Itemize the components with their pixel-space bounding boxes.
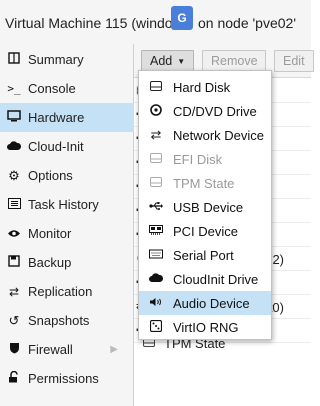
menu-item-label: Audio Device (173, 295, 250, 311)
book-icon (0, 52, 28, 67)
chevron-down-icon: ▼ (177, 56, 186, 66)
menu-item-label: CD/DVD Drive (173, 103, 257, 119)
sidebar-item-label: Options (28, 168, 73, 183)
dice-icon (139, 319, 173, 335)
sidebar-item-monitor[interactable]: Monitor (0, 219, 134, 248)
menu-item-label: Network Device (173, 127, 265, 143)
cdrom-icon (139, 103, 173, 119)
list-icon (0, 197, 28, 212)
sidebar-item-summary[interactable]: Summary (0, 45, 134, 74)
sidebar-item-replication[interactable]: ⇄ Replication (0, 277, 134, 306)
pci-card-icon (139, 224, 173, 238)
sidebar-item-snapshots[interactable]: ↺ Snapshots (0, 306, 134, 335)
remove-button[interactable]: Remove (202, 50, 266, 72)
sidebar-item-label: Monitor (28, 226, 72, 241)
menu-item-label: VirtIO RNG (173, 319, 239, 335)
serial-port-icon (139, 249, 173, 262)
sidebar-item-label: Task History (28, 197, 99, 212)
window-title-bar: Virtual Machine 115 (window G on node 'p… (0, 0, 311, 44)
sidebar-item-task-history[interactable]: Task History (0, 190, 134, 219)
monitor-icon (0, 110, 28, 125)
volume-icon (139, 297, 173, 310)
sidebar-item-label: Cloud-Init (28, 139, 84, 154)
add-hardware-menu: Hard Disk CD/DVD Drive ⇄ Network Device … (138, 70, 272, 340)
window-title-node: on node 'pve02' (198, 15, 296, 31)
sidebar-item-firewall[interactable]: Firewall ▶ (0, 335, 134, 364)
cloud-icon (139, 272, 173, 286)
sidebar-item-hardware[interactable]: Hardware (0, 103, 134, 132)
floppy-icon (0, 255, 28, 270)
shield-icon (0, 342, 28, 357)
edit-button[interactable]: Edit (274, 50, 314, 72)
translate-icon[interactable]: G (171, 6, 193, 30)
sidebar-item-console[interactable]: >_ Console (0, 74, 134, 103)
sidebar-item-label: Snapshots (28, 313, 90, 328)
terminal-icon: >_ (7, 82, 21, 95)
sidebar-item-label: Backup (28, 255, 72, 270)
history-icon: ↺ (8, 312, 20, 328)
retweet-icon: ⇄ (8, 284, 20, 299)
sidebar-item-label: Firewall (28, 342, 73, 357)
add-button[interactable]: Add ▼ (141, 50, 194, 72)
menu-item-network-device[interactable]: ⇄ Network Device (139, 123, 271, 147)
sidebar-item-options[interactable]: ⚙ Options (0, 161, 134, 190)
sidebar-item-label: Permissions (28, 371, 99, 386)
menu-item-label: EFI Disk (173, 151, 223, 167)
hdd-icon (139, 176, 173, 190)
sidebar-item-label: Replication (28, 284, 93, 299)
menu-item-audio-device[interactable]: Audio Device (139, 291, 271, 315)
menu-item-virtio-rng[interactable]: VirtIO RNG (139, 315, 271, 339)
chevron-right-icon[interactable]: ▶ (110, 344, 118, 355)
sidebar-item-cloud-init[interactable]: Cloud-Init (0, 132, 134, 161)
add-button-label: Add (150, 54, 173, 68)
exchange-icon: ⇄ (150, 127, 162, 142)
cloud-icon (0, 140, 28, 154)
eye-icon (0, 227, 28, 241)
sidebar-item-permissions[interactable]: Permissions (0, 364, 134, 393)
hdd-icon (139, 80, 173, 94)
menu-item-label: PCI Device (173, 223, 239, 239)
menu-item-hard-disk[interactable]: Hard Disk (139, 75, 271, 99)
sidebar-item-backup[interactable]: Backup (0, 248, 134, 277)
window-title: Virtual Machine 115 (window (5, 15, 183, 31)
menu-item-label: TPM State (173, 175, 235, 191)
usb-icon (139, 201, 173, 214)
menu-item-label: Hard Disk (173, 79, 231, 95)
menu-item-pci-device[interactable]: PCI Device (139, 219, 271, 243)
menu-item-cd-dvd-drive[interactable]: CD/DVD Drive (139, 99, 271, 123)
sidebar-item-label: Hardware (28, 110, 85, 125)
sidebar: Summary >_ Console Hardware Cloud-Init ⚙… (0, 44, 134, 406)
menu-item-label: CloudInit Drive (173, 271, 259, 287)
menu-item-efi-disk[interactable]: EFI Disk (139, 147, 271, 171)
menu-item-label: Serial Port (173, 247, 234, 263)
sidebar-item-label: Console (28, 81, 76, 96)
row-value: 2) (272, 252, 284, 267)
hdd-icon (139, 152, 173, 166)
menu-item-usb-device[interactable]: USB Device (139, 195, 271, 219)
menu-item-serial-port[interactable]: Serial Port (139, 243, 271, 267)
menu-item-label: USB Device (173, 199, 244, 215)
menu-item-tpm-state[interactable]: TPM State (139, 171, 271, 195)
menu-item-cloudinit-drive[interactable]: CloudInit Drive (139, 267, 271, 291)
unlock-icon (0, 370, 28, 386)
gear-icon: ⚙ (8, 167, 20, 183)
sidebar-item-label: Summary (28, 52, 84, 67)
